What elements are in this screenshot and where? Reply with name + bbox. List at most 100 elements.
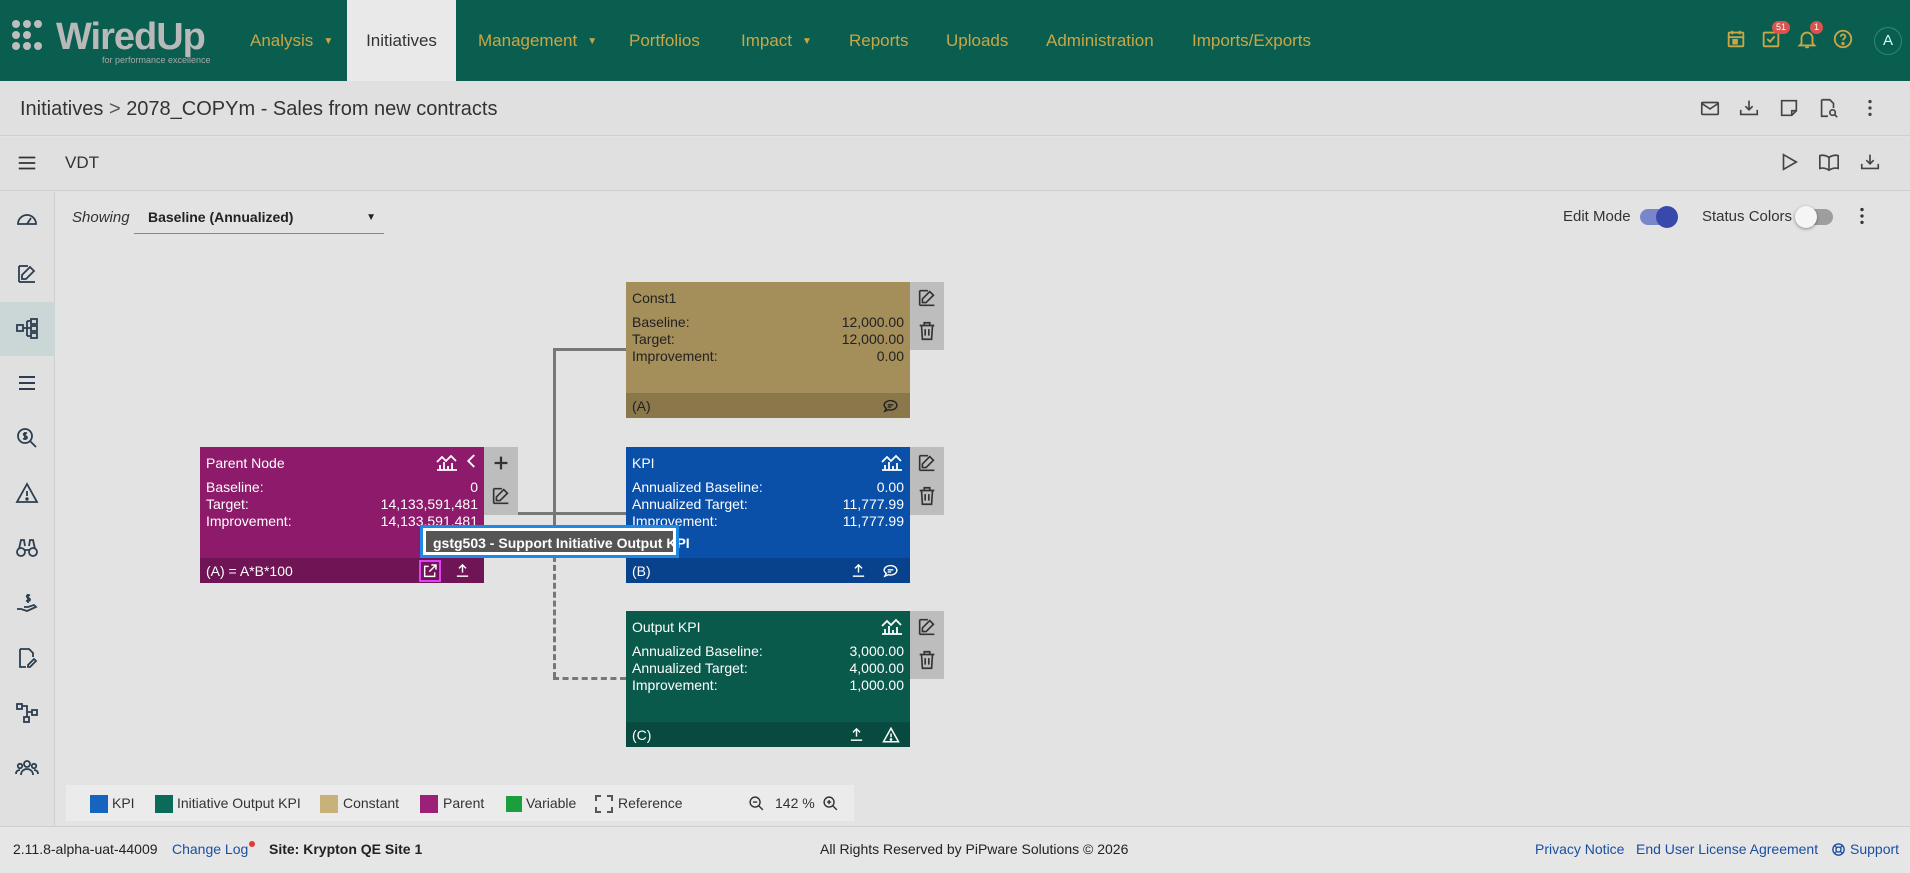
bell-icon[interactable]: 1 bbox=[1796, 21, 1824, 52]
nav-uploads[interactable]: Uploads bbox=[946, 0, 1008, 81]
download-tray-icon[interactable] bbox=[1738, 97, 1762, 121]
edit-icon[interactable] bbox=[15, 262, 39, 286]
calendar-icon[interactable] bbox=[1725, 28, 1749, 52]
edit-icon[interactable] bbox=[916, 452, 938, 474]
document-edit-icon[interactable] bbox=[15, 646, 39, 670]
email-icon[interactable] bbox=[1699, 97, 1723, 121]
download-icon[interactable] bbox=[1859, 151, 1883, 175]
breadcrumb-current: 2078_COPYm - Sales from new contracts bbox=[126, 98, 498, 120]
user-avatar[interactable]: A bbox=[1874, 27, 1902, 55]
play-icon[interactable] bbox=[1778, 151, 1802, 175]
node-kpi[interactable]: KPI Annualized Baseline: 0.00 Annualized … bbox=[626, 447, 910, 583]
node-const1[interactable]: Const1 Baseline: 12,000.00 Target: 12,000.… bbox=[626, 282, 910, 418]
edit-icon[interactable] bbox=[916, 616, 938, 638]
edit-icon[interactable] bbox=[916, 287, 938, 309]
trash-icon[interactable] bbox=[916, 649, 938, 671]
chevron-left-icon[interactable] bbox=[463, 452, 481, 470]
module-bar bbox=[0, 137, 1910, 191]
node-output-kpi[interactable]: Output KPI Annualized Baseline: 3,000.00 … bbox=[626, 611, 910, 747]
nav-analysis[interactable]: Analysis ▼ bbox=[250, 0, 333, 81]
legend-swatch-reference bbox=[595, 795, 613, 813]
row-value: 11,777.99 bbox=[842, 496, 904, 512]
nav-portfolios[interactable]: Portfolios bbox=[629, 0, 700, 81]
users-group-icon[interactable] bbox=[15, 756, 39, 780]
list-icon[interactable] bbox=[15, 371, 39, 395]
book-icon[interactable] bbox=[1817, 151, 1841, 175]
node-tools bbox=[910, 447, 944, 515]
chart-icon[interactable] bbox=[435, 452, 459, 471]
warning-icon[interactable] bbox=[882, 726, 900, 744]
connector-dashed-line bbox=[553, 556, 556, 678]
row-label: Improvement: bbox=[632, 513, 718, 529]
changelog-dot bbox=[249, 841, 255, 847]
dashboard-gauge-icon[interactable] bbox=[15, 207, 39, 231]
document-search-icon[interactable] bbox=[1817, 97, 1841, 121]
tasks-icon[interactable]: 51 bbox=[1760, 21, 1791, 52]
node-parent[interactable]: Parent Node Baseline: 0 Target: 14,133,591… bbox=[200, 447, 484, 583]
row-label: Improvement: bbox=[632, 348, 718, 364]
nav-administration[interactable]: Administration bbox=[1046, 0, 1154, 81]
support-link[interactable]: Support bbox=[1850, 841, 1899, 857]
nav-impact[interactable]: Impact ▼ bbox=[741, 0, 812, 81]
breadcrumb-root[interactable]: Initiatives bbox=[20, 98, 103, 120]
row-label: Improvement: bbox=[632, 677, 718, 693]
node-formula: (A) = A*B*100 bbox=[206, 563, 293, 579]
chart-icon[interactable] bbox=[880, 452, 904, 471]
more-vertical-icon[interactable] bbox=[1859, 97, 1883, 121]
row-label: Target: bbox=[206, 496, 249, 512]
nav-reports[interactable]: Reports bbox=[849, 0, 909, 81]
menu-icon[interactable] bbox=[16, 152, 40, 176]
nav-imports-exports[interactable]: Imports/Exports bbox=[1192, 0, 1311, 81]
more-vertical-icon[interactable] bbox=[1851, 205, 1875, 229]
upload-icon[interactable] bbox=[850, 562, 868, 580]
search-dollar-icon[interactable] bbox=[15, 426, 39, 450]
node-row: Baseline: 0 bbox=[206, 479, 478, 496]
nav-management[interactable]: Management ▼ bbox=[478, 0, 597, 81]
zoom-out-icon[interactable] bbox=[748, 795, 766, 813]
plus-icon[interactable] bbox=[490, 452, 512, 474]
node-row: Improvement: 1,000.00 bbox=[632, 677, 904, 694]
node-tools bbox=[910, 611, 944, 679]
nav-administration-label: Administration bbox=[1046, 31, 1154, 50]
module-title: VDT bbox=[65, 153, 99, 172]
support-icon[interactable] bbox=[1831, 842, 1847, 858]
help-icon[interactable] bbox=[1832, 28, 1856, 52]
legend-label: KPI bbox=[112, 795, 135, 811]
workflow-icon[interactable] bbox=[15, 701, 39, 725]
changelog-link[interactable]: Change Log bbox=[172, 841, 248, 857]
open-external-icon[interactable] bbox=[419, 560, 441, 582]
nav-initiatives[interactable]: Initiatives bbox=[347, 0, 456, 81]
node-footer: (A) = A*B*100 bbox=[200, 558, 484, 583]
node-row: Target: 14,133,591,481 bbox=[206, 496, 478, 513]
row-label: Baseline: bbox=[206, 479, 264, 495]
trash-icon[interactable] bbox=[916, 320, 938, 342]
legend-swatch-kpi bbox=[90, 795, 108, 813]
toggle-knob bbox=[1795, 206, 1817, 228]
node-footer: (C) bbox=[626, 722, 910, 747]
hand-money-icon[interactable] bbox=[15, 591, 39, 615]
node-title: Const1 bbox=[632, 290, 677, 306]
showing-select[interactable]: Baseline (Annualized) ▼ bbox=[134, 202, 384, 234]
privacy-link[interactable]: Privacy Notice bbox=[1535, 841, 1624, 857]
tooltip: gstg503 - Support Initiative Output KPI bbox=[420, 525, 690, 558]
comment-icon[interactable] bbox=[882, 562, 900, 580]
eula-link[interactable]: End User License Agreement bbox=[1636, 841, 1818, 857]
caret-down-icon: ▼ bbox=[366, 212, 376, 223]
zoom-in-icon[interactable] bbox=[822, 795, 840, 813]
upload-icon[interactable] bbox=[454, 562, 472, 580]
warning-icon[interactable] bbox=[15, 481, 39, 505]
chart-icon[interactable] bbox=[880, 616, 904, 635]
trash-icon[interactable] bbox=[916, 485, 938, 507]
left-sidebar bbox=[0, 192, 55, 826]
note-icon[interactable] bbox=[1778, 97, 1802, 121]
status-colors-toggle[interactable] bbox=[1795, 206, 1833, 228]
edit-mode-toggle[interactable] bbox=[1640, 206, 1678, 228]
tree-structure-icon[interactable] bbox=[15, 316, 39, 340]
upload-icon[interactable] bbox=[848, 726, 866, 744]
comment-icon[interactable] bbox=[882, 397, 900, 415]
binoculars-icon[interactable] bbox=[15, 536, 39, 560]
breadcrumb: Initiatives > 2078_COPYm - Sales from ne… bbox=[20, 98, 497, 121]
showing-label: Showing bbox=[72, 209, 130, 226]
node-title: Parent Node bbox=[206, 455, 285, 471]
edit-icon[interactable] bbox=[490, 485, 512, 507]
